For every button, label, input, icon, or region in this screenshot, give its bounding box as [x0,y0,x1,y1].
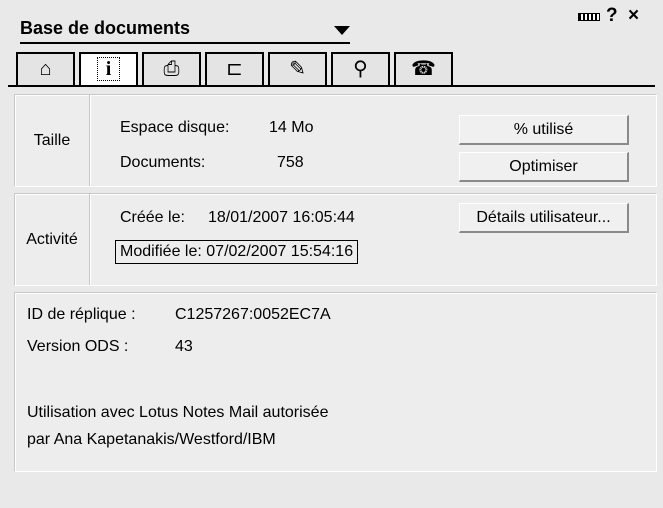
activity-group-label: Activité [15,194,90,285]
tab-strip: ⌂ i ⎙ ⊏ ✎ ⚲ ☎ [16,52,556,85]
keyboard-icon[interactable] [578,13,600,21]
pen-icon: ✎ [289,58,306,80]
design-icon: ⊏ [226,58,243,80]
documents-value: 758 [277,154,304,171]
tab-basics[interactable]: ⌂ [16,52,75,85]
replica-id-label: ID de réplique : [27,306,136,323]
mail-usage-line2: par Ana Kapetanakis/Westford/IBM [27,431,276,448]
info-panel: Taille Espace disque: 14 Mo Documents: 7… [0,87,663,508]
documents-label: Documents: [120,154,206,171]
title-bar: Base de documents [8,14,655,46]
replica-info-group: ID de réplique : C1257267:0052EC7A Versi… [14,292,657,472]
ods-version-value: 43 [175,338,193,355]
replica-id-value: C1257267:0052EC7A [175,306,331,323]
created-label: Créée le: [120,209,185,226]
disk-space-label: Espace disque: [120,119,230,136]
modified-value: 07/02/2007 15:54:16 [206,243,354,260]
modified-label: Modifiée le: [120,243,202,260]
tab-info[interactable]: i [79,52,138,85]
created-value: 18/01/2007 16:05:44 [208,209,355,226]
index-icon: ☎ [411,58,436,80]
search-icon: ⚲ [353,58,368,80]
printer-icon: ⎙ [163,58,180,80]
dropdown-title: Base de documents [20,18,191,38]
chevron-down-icon [334,26,350,35]
size-group: Taille Espace disque: 14 Mo Documents: 7… [14,94,657,187]
info-icon: i [96,57,121,81]
modified-field[interactable]: Modifiée le: 07/02/2007 15:54:16 [115,240,359,264]
tab-advanced[interactable]: ☎ [394,52,453,85]
tab-launch[interactable]: ✎ [268,52,327,85]
mail-usage-line1: Utilisation avec Lotus Notes Mail autori… [27,404,329,421]
size-group-label: Taille [15,95,90,186]
optimize-button[interactable]: Optimiser [459,152,629,182]
close-icon[interactable]: × [628,6,639,26]
disk-space-value: 14 Mo [269,119,314,136]
tab-design[interactable]: ⊏ [205,52,264,85]
activity-group: Activité Créée le: 18/01/2007 16:05:44 M… [14,193,657,286]
ods-version-label: Version ODS : [27,338,129,355]
help-icon[interactable]: ? [606,6,618,26]
book-icon: ⌂ [39,58,52,80]
tab-print[interactable]: ⎙ [142,52,201,85]
user-details-button[interactable]: Détails utilisateur... [459,203,629,233]
database-type-dropdown[interactable]: Base de documents [20,18,350,44]
percent-used-button[interactable]: % utilisé [459,115,629,145]
tab-full-text[interactable]: ⚲ [331,52,390,85]
